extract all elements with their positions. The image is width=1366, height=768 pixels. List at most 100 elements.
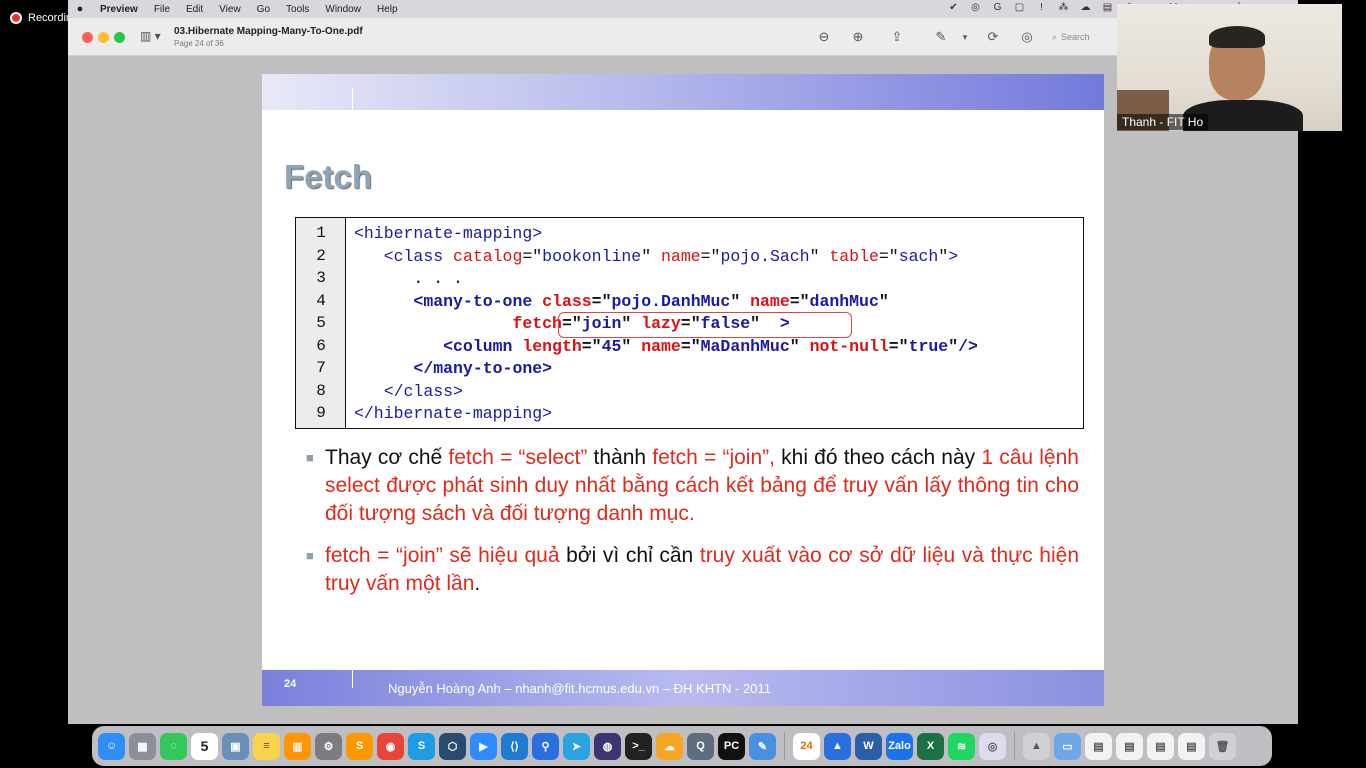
code-token: catalog (453, 247, 523, 266)
status-sync-icon[interactable]: ◎ (969, 2, 982, 13)
eclipse-icon[interactable]: ◍ (594, 732, 621, 760)
launchpad-icon[interactable]: ▦ (129, 732, 156, 760)
messages-icon[interactable]: ◌ (160, 732, 187, 760)
maps-icon[interactable]: ⚲ (532, 732, 559, 760)
bullet-text: Thay cơ chế (325, 446, 449, 469)
code-line-7: </many-to-one> (354, 359, 552, 378)
status-grid-icon[interactable]: ⁂ (1057, 2, 1070, 13)
page-indicator: Page 24 of 36 (174, 39, 224, 48)
chrome-icon[interactable]: ◉ (377, 732, 404, 760)
status-g-icon[interactable]: G (991, 2, 1004, 13)
doc-thumb-3-icon[interactable]: ▤ (1147, 732, 1174, 760)
notification-24-icon[interactable]: 24 (793, 732, 820, 760)
doc-thumb-4-icon[interactable]: ▤ (1178, 732, 1205, 760)
menu-window[interactable]: Window (317, 4, 369, 15)
code-token: <hibernate-mapping> (354, 224, 543, 243)
bullet-square-icon: ■ (306, 548, 314, 563)
sidebar-toggle-icon[interactable]: ▥ ▾ (140, 29, 166, 45)
search-field[interactable]: ⌕ Search (1052, 28, 1114, 46)
bullet-text: . (474, 572, 481, 595)
line-number: 2 (316, 247, 326, 265)
share-icon[interactable]: ⇪ (888, 29, 906, 45)
menu-view[interactable]: View (211, 4, 249, 15)
menu-app-preview[interactable]: Preview (92, 4, 146, 15)
zoom-out-icon[interactable]: ⊖ (815, 29, 833, 45)
trash-icon[interactable]: 🗑 (1209, 732, 1236, 760)
code-token: name (750, 292, 790, 311)
rotate-icon[interactable]: ⟳ (984, 29, 1002, 45)
network-icon[interactable]: ⬡ (439, 732, 466, 760)
downloads-folder-icon[interactable]: ▭ (1054, 732, 1081, 760)
line-number: 1 (316, 224, 326, 242)
markup-pen-icon[interactable]: ✎ (932, 29, 950, 45)
slide-header-band (262, 74, 1104, 110)
status-cloud-icon[interactable]: ☁ (1079, 2, 1092, 13)
calendar-icon[interactable]: 5 (191, 732, 218, 760)
collab-icon[interactable]: ◎ (979, 732, 1006, 760)
terminal-icon[interactable]: >_ (625, 732, 652, 760)
zoom-window-button[interactable] (114, 32, 125, 43)
bullet-item: ■ fetch = “join” sẽ hiệu quả bởi vì chỉ c… (304, 542, 1079, 598)
doc-thumb-1-icon[interactable]: ▤ (1085, 732, 1112, 760)
code-token: name (641, 337, 681, 356)
code-token: </many-to-one> (413, 359, 553, 378)
word-icon[interactable]: W (855, 732, 882, 760)
line-number: 3 (316, 269, 326, 287)
apple-menu-icon[interactable]: ● (68, 3, 92, 15)
participant-name: Thanh - FIT Ho (1117, 114, 1209, 130)
close-window-button[interactable] (82, 32, 93, 43)
bullet-text: fetch = “join”, (652, 446, 775, 469)
line-number: 6 (316, 337, 326, 355)
finder-icon[interactable]: ☺ (98, 732, 125, 760)
pycharm-icon[interactable]: PC (718, 732, 745, 760)
dock: ☺ ▦ ◌ 5 ▣ ≡ ▥ ⚙ S ◉ S ⬡ ▶ ⟨⟩ ⚲ ➤ ◍ >_ ☁ Q PC ✎ 24 ▲ W Zalo X ≋ ◎ ▲ ▭ ▤ ▤… (92, 726, 1272, 766)
dock-separator (1014, 732, 1015, 760)
status-check-icon[interactable]: ✔ (947, 2, 960, 13)
menu-help[interactable]: Help (369, 4, 406, 15)
status-alert-icon[interactable]: ! (1035, 2, 1048, 13)
dock-separator (784, 732, 785, 760)
menu-go[interactable]: Go (249, 4, 278, 15)
minimize-window-button[interactable] (98, 32, 109, 43)
sublime-icon[interactable]: S (346, 732, 373, 760)
menu-file[interactable]: File (146, 4, 178, 15)
telegram-icon[interactable]: ➤ (563, 732, 590, 760)
slide-page: Fetch 1 2 3 4 5 6 7 8 9 <hibernate-mappi… (262, 74, 1104, 706)
vpn-icon[interactable]: ▲ (824, 732, 851, 760)
cloudapp-icon[interactable]: ☁ (656, 732, 683, 760)
zalo-icon[interactable]: Zalo (886, 732, 913, 760)
slide-title: Fetch (284, 158, 373, 195)
bullet-list: ■ Thay cơ chế fetch = “select” thành fetc… (304, 444, 1079, 598)
spotify-icon[interactable]: ≋ (948, 732, 975, 760)
annotate-icon[interactable]: ◎ (1018, 29, 1036, 45)
status-window-icon[interactable]: ▢ (1013, 2, 1026, 13)
books-icon[interactable]: ▥ (284, 732, 311, 760)
line-number: 8 (316, 382, 326, 400)
xcode-icon[interactable]: ✎ (749, 732, 776, 760)
preview-icon[interactable]: ▣ (222, 732, 249, 760)
status-docker-icon[interactable]: ▤ (1101, 2, 1114, 13)
code-line-4: <many-to-one class="pojo.DanhMuc" name="… (413, 292, 889, 311)
menu-tools[interactable]: Tools (278, 4, 317, 15)
code-line-2: <class catalog="bookonline" name="pojo.S… (383, 247, 959, 266)
zoom-icon[interactable]: ▶ (470, 732, 497, 760)
menu-bar: ● Preview File Edit View Go Tools Window… (68, 0, 1298, 18)
zoom-in-icon[interactable]: ⊕ (849, 29, 867, 45)
app-tail-1-icon[interactable]: ▲ (1023, 732, 1050, 760)
record-dot-icon (10, 12, 22, 24)
excel-icon[interactable]: X (917, 732, 944, 760)
webcam-video[interactable]: Thanh - FIT Ho (1117, 4, 1342, 131)
quicktime-icon[interactable]: Q (687, 732, 714, 760)
notes-icon[interactable]: ≡ (253, 732, 280, 760)
line-number-gutter: 1 2 3 4 5 6 7 8 9 (296, 218, 346, 428)
vscode-icon[interactable]: ⟨⟩ (501, 732, 528, 760)
code-block: 1 2 3 4 5 6 7 8 9 <hibernate-mapping> <c… (295, 217, 1084, 429)
skype-icon[interactable]: S (408, 732, 435, 760)
header-divider (352, 88, 353, 110)
participant-hair (1209, 26, 1265, 48)
menu-edit[interactable]: Edit (178, 4, 211, 15)
settings-icon[interactable]: ⚙ (315, 732, 342, 760)
markup-dropdown-icon[interactable]: ▾ (956, 32, 974, 43)
doc-thumb-2-icon[interactable]: ▤ (1116, 732, 1143, 760)
bullet-text: khi đó theo cách này (774, 446, 982, 469)
